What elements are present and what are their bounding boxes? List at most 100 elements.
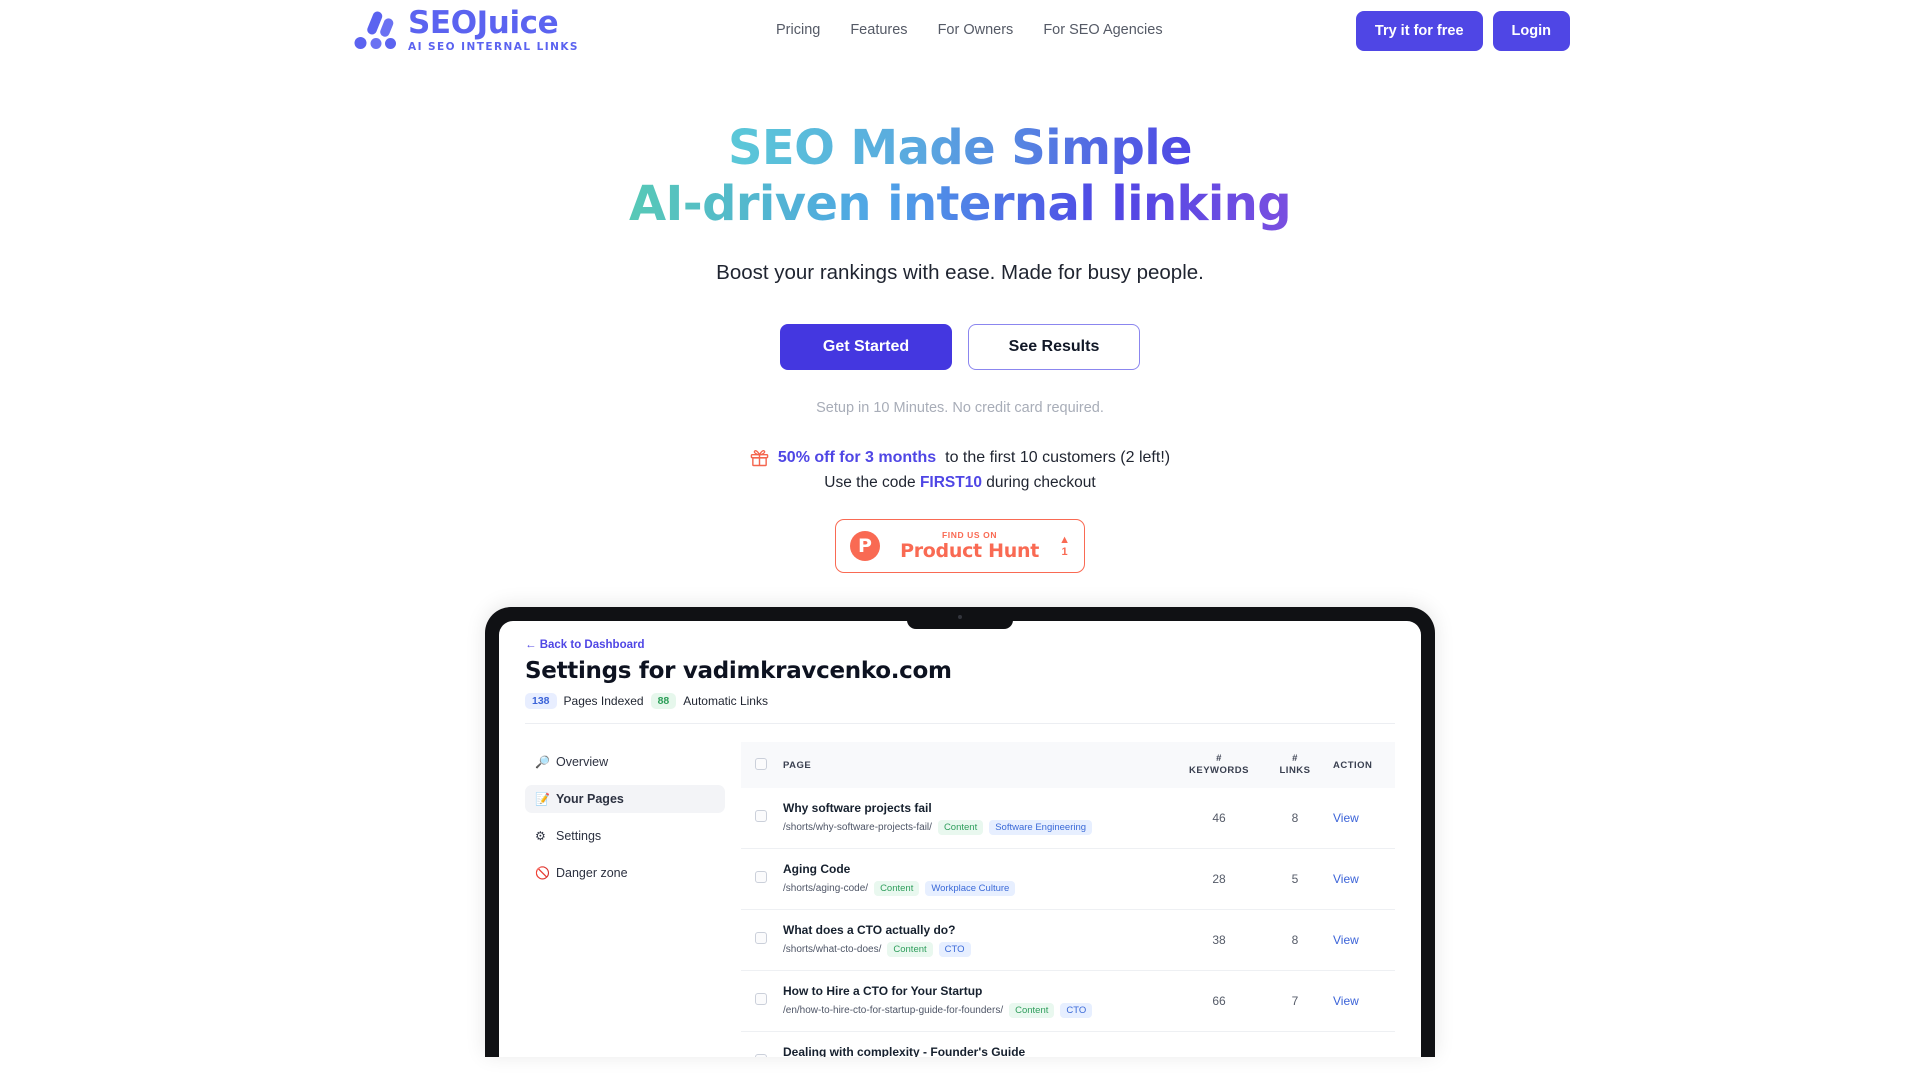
nav-item-pricing[interactable]: Pricing bbox=[776, 22, 820, 38]
column-header-keywords-inner: # KEYWORDS bbox=[1181, 753, 1257, 777]
page-url-row: /en/how-to-hire-cto-for-startup-guide-fo… bbox=[783, 1003, 1165, 1019]
memo-icon: 📝 bbox=[535, 792, 550, 807]
sidebar-item-label: Settings bbox=[556, 829, 602, 844]
promo-line-2: Use the code FIRST10 during checkout bbox=[0, 474, 1920, 492]
sidebar-item-label: Overview bbox=[556, 755, 609, 770]
dashboard-sidebar: 🔎 Overview 📝 Your Pages ⚙ Settings � bbox=[525, 742, 725, 1057]
links-count: 7 bbox=[1265, 970, 1325, 1033]
page-url-row: /shorts/what-cto-does/Content CTO bbox=[783, 942, 1165, 958]
laptop-frame: ← Back to Dashboard Settings for vadimkr… bbox=[485, 607, 1435, 1058]
page-cell: Dealing with complexity - Founder's Guid… bbox=[775, 1031, 1173, 1058]
sidebar-item-danger-zone[interactable]: 🚫 Danger zone bbox=[525, 859, 725, 887]
row-checkbox[interactable] bbox=[755, 1054, 767, 1058]
row-select-cell bbox=[741, 848, 775, 911]
keywords-count: 28 bbox=[1173, 848, 1265, 911]
header-actions: Try it for free Login bbox=[1355, 11, 1570, 51]
page-url-row: /shorts/aging-code/Content Workplace Cult… bbox=[783, 881, 1165, 897]
site-header: SEOJuice AI SEO INTERNAL LINKS Pricing F… bbox=[0, 0, 1920, 64]
action-cell: View bbox=[1325, 788, 1395, 850]
laptop-notch bbox=[907, 607, 1013, 630]
page-title: What does a CTO actually do? bbox=[783, 923, 956, 938]
links-count: 8 bbox=[1265, 1031, 1325, 1058]
sidebar-item-settings[interactable]: ⚙ Settings bbox=[525, 822, 725, 850]
page-tag[interactable]: CTO bbox=[938, 942, 971, 958]
links-count: 8 bbox=[1265, 788, 1325, 850]
action-cell: View bbox=[1325, 1031, 1395, 1058]
promo-offer-rest: to the first 10 customers (2 left!) bbox=[945, 448, 1171, 466]
row-select-cell bbox=[741, 1031, 775, 1058]
sidebar-item-label: Danger zone bbox=[556, 866, 628, 881]
see-results-button[interactable]: See Results bbox=[968, 324, 1140, 371]
column-header-page[interactable]: PAGE bbox=[775, 742, 1173, 789]
site-logo[interactable]: SEOJuice AI SEO INTERNAL LINKS bbox=[353, 8, 579, 53]
select-all-header bbox=[741, 742, 775, 789]
page-tag[interactable]: Content bbox=[1009, 1003, 1055, 1019]
dashboard-divider bbox=[525, 723, 1395, 725]
links-word: LINKS bbox=[1279, 765, 1311, 777]
nav-item-for-seo-agencies[interactable]: For SEO Agencies bbox=[1043, 22, 1162, 38]
page-url: /en/how-to-hire-cto-for-startup-guide-fo… bbox=[783, 1005, 1004, 1017]
back-to-dashboard-link[interactable]: ← Back to Dashboard bbox=[525, 639, 645, 651]
page-tag[interactable]: Workplace Culture bbox=[925, 881, 1016, 897]
row-checkbox[interactable] bbox=[755, 993, 767, 1006]
stat-automatic-links-label: Automatic Links bbox=[683, 694, 768, 709]
table-row[interactable]: Dealing with complexity - Founder's Guid… bbox=[741, 1031, 1395, 1058]
login-button[interactable]: Login bbox=[1492, 11, 1570, 51]
promo-code: FIRST10 bbox=[919, 474, 982, 492]
view-link[interactable]: View bbox=[1333, 872, 1359, 886]
column-header-links-inner: # LINKS bbox=[1273, 753, 1317, 777]
sidebar-item-overview[interactable]: 🔎 Overview bbox=[525, 748, 725, 776]
sidebar-item-label: Your Pages bbox=[556, 792, 624, 807]
page-title: How to Hire a CTO for Your Startup bbox=[783, 984, 983, 999]
table-row[interactable]: Aging Code/shorts/aging-code/Content Work… bbox=[741, 848, 1395, 911]
page-tag[interactable]: Content bbox=[887, 942, 933, 958]
table-row[interactable]: How to Hire a CTO for Your Startup/en/ho… bbox=[741, 970, 1395, 1033]
table-row[interactable]: Why software projects fail/shorts/why-so… bbox=[741, 788, 1395, 850]
view-link[interactable]: View bbox=[1333, 1055, 1359, 1057]
view-link[interactable]: View bbox=[1333, 933, 1359, 947]
keywords-count: 46 bbox=[1173, 788, 1265, 850]
gear-icon: ⚙ bbox=[535, 829, 546, 844]
view-link[interactable]: View bbox=[1333, 811, 1359, 825]
laptop-screen: ← Back to Dashboard Settings for vadimkr… bbox=[499, 621, 1421, 1058]
logo-tagline: AI SEO INTERNAL LINKS bbox=[408, 41, 579, 53]
stat-pages-indexed-value: 138 bbox=[525, 693, 557, 710]
column-header-keywords[interactable]: # KEYWORDS bbox=[1173, 742, 1265, 789]
row-checkbox[interactable] bbox=[755, 932, 767, 945]
dashboard-stats: 138 Pages Indexed 88 Automatic Links bbox=[525, 693, 1395, 710]
links-count: 8 bbox=[1265, 909, 1325, 972]
page-tag[interactable]: Software Engineering bbox=[989, 820, 1093, 836]
get-started-button[interactable]: Get Started bbox=[780, 324, 952, 371]
try-it-for-free-button[interactable]: Try it for free bbox=[1355, 11, 1483, 51]
hero-cta-row: Get Started See Results bbox=[0, 324, 1920, 371]
gift-icon bbox=[750, 450, 769, 467]
stat-pages-indexed-label: Pages Indexed bbox=[563, 694, 644, 709]
page-url: /shorts/what-cto-does/ bbox=[783, 944, 882, 956]
nav-item-features[interactable]: Features bbox=[850, 22, 907, 38]
product-hunt-upvote[interactable]: ▲ 1 bbox=[1059, 534, 1070, 558]
column-header-links[interactable]: # LINKS bbox=[1265, 742, 1325, 789]
page-tag[interactable]: Content bbox=[937, 820, 984, 836]
row-checkbox[interactable] bbox=[755, 810, 767, 823]
nav-item-for-owners[interactable]: For Owners bbox=[938, 22, 1014, 38]
promo-code-prefix: Use the code bbox=[824, 474, 916, 492]
page-url-row: /shorts/why-software-projects-fail/Conte… bbox=[783, 820, 1165, 836]
view-link[interactable]: View bbox=[1333, 994, 1359, 1008]
stat-automatic-links-value: 88 bbox=[650, 693, 677, 710]
product-hunt-name: Product Hunt bbox=[900, 539, 1039, 562]
hero-section: SEO Made Simple AI-driven internal linki… bbox=[0, 120, 1920, 574]
keywords-count: 38 bbox=[1173, 909, 1265, 972]
promo-banner: 50% off for 3 months to the first 10 cus… bbox=[0, 448, 1920, 492]
select-all-checkbox[interactable] bbox=[755, 757, 767, 770]
page-cell: Why software projects fail/shorts/why-so… bbox=[775, 788, 1173, 850]
row-checkbox[interactable] bbox=[755, 871, 767, 884]
page-url: /shorts/why-software-projects-fail/ bbox=[783, 822, 932, 834]
table-row[interactable]: What does a CTO actually do? /shorts/what… bbox=[741, 909, 1395, 972]
product-hunt-badge[interactable]: P FIND US ON Product Hunt ▲ 1 bbox=[835, 519, 1085, 574]
row-select-cell bbox=[741, 909, 775, 972]
page-tag[interactable]: CTO bbox=[1060, 1003, 1093, 1019]
links-count: 5 bbox=[1265, 848, 1325, 911]
sidebar-item-your-pages[interactable]: 📝 Your Pages bbox=[525, 785, 725, 814]
page-tag[interactable]: Content bbox=[874, 881, 920, 897]
links-hash: # bbox=[1292, 753, 1298, 765]
